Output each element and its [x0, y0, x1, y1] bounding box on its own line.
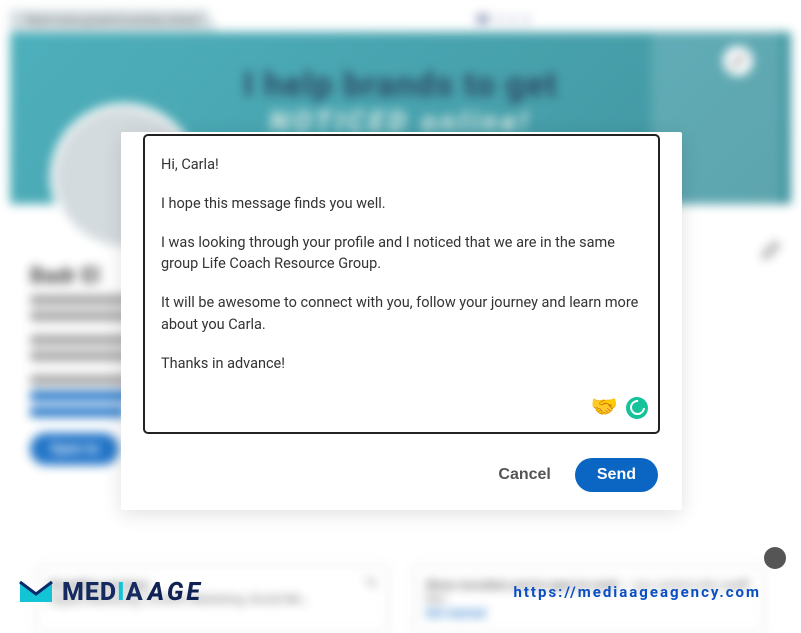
- message-line: I was looking through your profile and I…: [161, 232, 642, 276]
- pencil-icon: [731, 54, 745, 68]
- logo-age-text: AGE: [148, 578, 203, 607]
- banner-tagline: Want more growth & activity online?: [10, 10, 217, 31]
- handshake-icon: 🤝: [591, 391, 618, 424]
- edit-profile-button[interactable]: [761, 240, 781, 265]
- send-invite-dialog: Hi, Carla! I hope this message finds you…: [121, 132, 682, 510]
- message-corner-tools: 🤝: [591, 391, 648, 424]
- banner-top-logo: M | | |: [477, 12, 531, 28]
- footer-logo-text: MEDIAAGE: [62, 578, 203, 607]
- footer-logo: MEDIAAGE: [16, 572, 203, 612]
- grammarly-icon[interactable]: [626, 397, 648, 419]
- banner-headline: I help brands to get: [243, 65, 558, 105]
- dialog-footer: Cancel Send: [121, 444, 682, 510]
- cancel-button[interactable]: Cancel: [498, 466, 550, 484]
- message-textarea[interactable]: Hi, Carla! I hope this message finds you…: [143, 134, 660, 434]
- message-line: I hope this message finds you well.: [161, 193, 642, 215]
- footer-url[interactable]: https://mediaageagency.com: [513, 583, 761, 601]
- message-greeting: Hi, Carla!: [161, 154, 642, 176]
- help-floating-button[interactable]: [764, 547, 786, 569]
- send-button[interactable]: Send: [575, 458, 658, 492]
- envelope-logo-icon: [16, 572, 56, 612]
- message-line: It will be awesome to connect with you, …: [161, 292, 642, 336]
- logo-media-text: MED: [62, 578, 117, 607]
- message-signoff: Thanks in advance!: [161, 353, 642, 375]
- edit-banner-button[interactable]: [723, 46, 753, 76]
- banner-logo-box: M | | |: [463, 10, 545, 30]
- banner-top-strip: Want more growth & activity online? M | …: [10, 8, 791, 32]
- page-footer-overlay: MEDIAAGE https://mediaageagency.com: [0, 567, 801, 631]
- pencil-icon: [761, 240, 781, 260]
- open-to-button[interactable]: Open to: [30, 433, 119, 465]
